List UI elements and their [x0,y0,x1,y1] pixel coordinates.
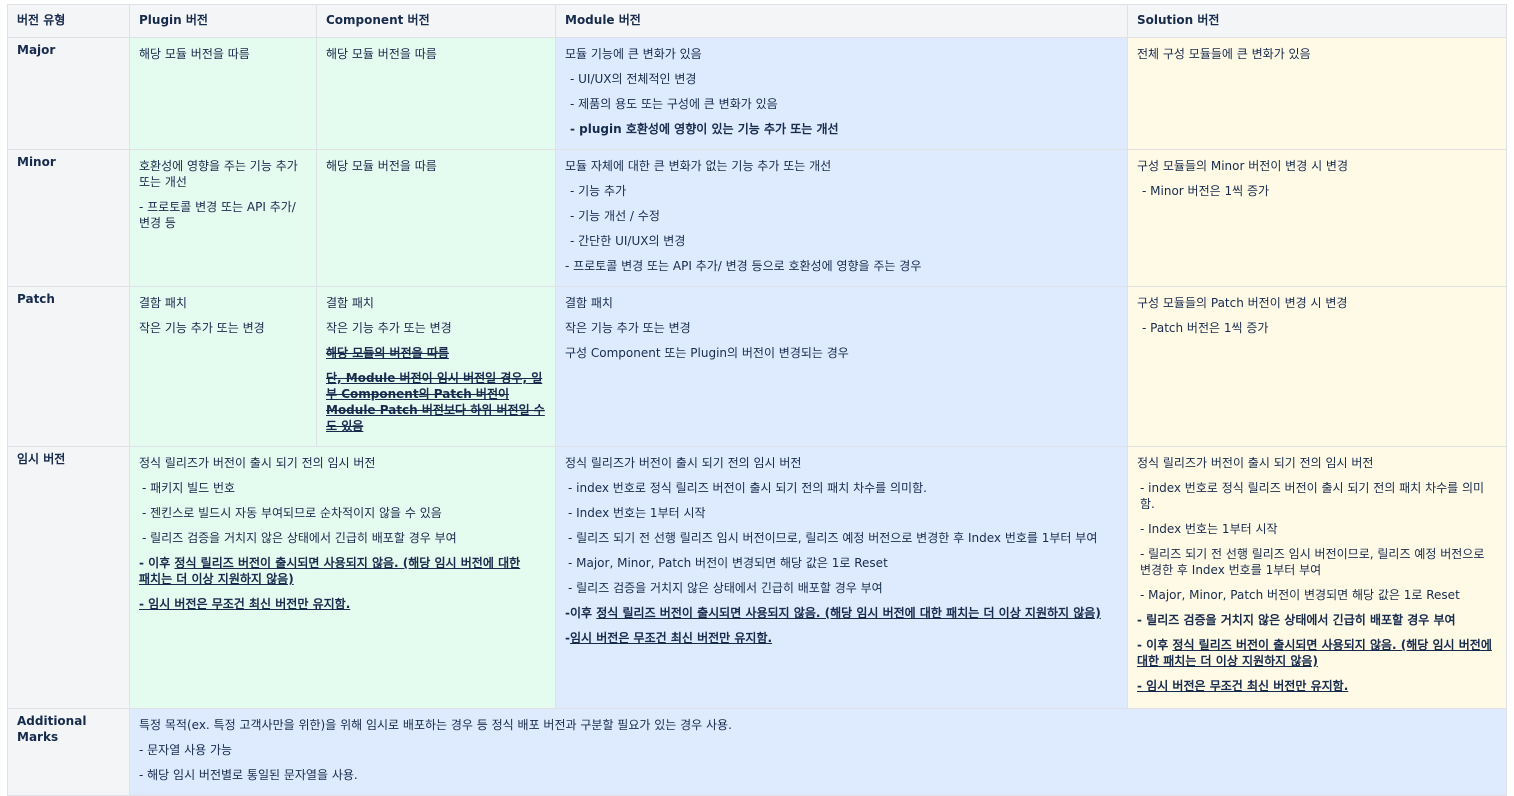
row-label-patch: Patch [7,286,130,447]
cell-text: 구성 Component 또는 Plugin의 버전이 변경되는 경우 [565,346,849,360]
cell-text: 호환성에 영향을 주는 기능 추가 또는 개선 [139,159,298,189]
cell-text: - plugin 호환성에 영향이 있는 기능 추가 또는 개선 [570,122,839,136]
cell-text: - index 번호로 정식 릴리즈 버전이 출시 되기 전의 패치 차수를 의… [1140,481,1485,511]
cell-text: 모듈 자체에 대한 큰 변화가 없는 기능 추가 또는 개선 [565,159,832,173]
cell-minor-module: 모듈 자체에 대한 큰 변화가 없는 기능 추가 또는 개선 - 기능 추가 -… [555,149,1128,287]
cell-text: 모듈 기능에 큰 변화가 있음 [565,47,702,61]
cell-text-emphasis: - 이후 정식 릴리즈 버전이 출시되면 사용되지 않음. (해당 임시 버전에… [1137,637,1497,669]
cell-text: - 패키지 빌드 번호 [142,481,236,495]
header-version-type: 버전 유형 [7,4,130,38]
cell-minor-component: 해당 모듈 버전을 따름 [316,149,556,287]
cell-text: 해당 모듈 버전을 따름 [326,159,437,173]
cell-patch-plugin: 결함 패치 작은 기능 추가 또는 변경 [129,286,317,447]
row-label-additional: Additional Marks [7,708,130,796]
cell-text-last: - 임시 버전은 무조건 최신 버전만 유지함. [1137,679,1349,693]
header-solution: Solution 버전 [1127,4,1507,38]
cell-text-struck: 단, Module 버전이 임시 버전일 경우, 일부 Component의 P… [326,371,545,433]
cell-text: 결함 패치 [565,296,613,310]
cell-text: - 간단한 UI/UX의 변경 [570,234,686,248]
cell-text: - 해당 임시 버전별로 통일된 문자열을 사용. [139,768,358,782]
row-label-temp: 임시 버전 [7,446,130,709]
cell-major-component: 해당 모듈 버전을 따름 [316,37,556,150]
emphasis-prefix: -이후 [565,606,597,620]
cell-minor-plugin: 호환성에 영향을 주는 기능 추가 또는 개선 - 프로토콜 변경 또는 API… [129,149,317,287]
cell-text: - 제품의 용도 또는 구성에 큰 변화가 있음 [570,97,778,111]
version-policy-table: 버전 유형 Plugin 버전 Component 버전 Module 버전 S… [7,4,1507,796]
last-text: 임시 버전은 무조건 최신 버전만 유지함. [569,631,773,645]
cell-text: 작은 기능 추가 또는 변경 [139,321,265,335]
cell-text: - 기능 추가 [570,184,627,198]
cell-patch-solution: 구성 모듈들의 Patch 버전이 변경 시 변경 - Patch 버전은 1씩… [1127,286,1507,447]
emphasis-text: 정식 릴리즈 버전이 출시되면 사용되지 않음. (해당 임시 버전에 대한 패… [139,556,521,586]
cell-text-last: -임시 버전은 무조건 최신 버전만 유지함. [565,630,1118,646]
version-table-container: 버전 유형 Plugin 버전 Component 버전 Module 버전 S… [7,4,1507,796]
row-major: Major 해당 모듈 버전을 따름 해당 모듈 버전을 따름 모듈 기능에 큰… [7,37,1507,150]
cell-text: - Patch 버전은 1씩 증가 [1142,321,1269,335]
header-plugin: Plugin 버전 [129,4,317,38]
cell-text: - index 번호로 정식 릴리즈 버전이 출시 되기 전의 패치 차수를 의… [568,481,927,495]
cell-text: - Minor 버전은 1씩 증가 [1142,184,1270,198]
row-temp: 임시 버전 정식 릴리즈가 버전이 출시 되기 전의 임시 버전 - 패키지 빌… [7,446,1507,709]
emphasis-text: 정식 릴리즈 버전이 출시되면 사용되지 않음. (해당 임시 버전에 대한 패… [596,606,1101,620]
cell-major-module: 모듈 기능에 큰 변화가 있음 - UI/UX의 전체적인 변경 - 제품의 용… [555,37,1128,150]
cell-text: - 프로토콜 변경 또는 API 추가/ 변경 등 [139,200,296,230]
header-row: 버전 유형 Plugin 버전 Component 버전 Module 버전 S… [7,4,1507,38]
cell-text: 결함 패치 [326,296,374,310]
cell-minor-solution: 구성 모듈들의 Minor 버전이 변경 시 변경 - Minor 버전은 1씩… [1127,149,1507,287]
cell-text: - 기능 개선 / 수정 [570,209,660,223]
cell-text: 작은 기능 추가 또는 변경 [565,321,691,335]
cell-text: - 릴리즈 되기 전 선행 릴리즈 임시 버전이므로, 릴리즈 예정 버전으로 … [1140,547,1485,577]
cell-major-plugin: 해당 모듈 버전을 따름 [129,37,317,150]
header-module: Module 버전 [555,4,1128,38]
cell-text: - 문자열 사용 가능 [139,743,233,757]
cell-text: - 릴리즈 검증을 거치지 않은 상태에서 긴급히 배포할 경우 부여 [568,581,883,595]
cell-temp-solution: 정식 릴리즈가 버전이 출시 되기 전의 임시 버전 - index 번호로 정… [1127,446,1507,709]
cell-text: 전체 구성 모듈들에 큰 변화가 있음 [1137,47,1311,61]
row-label-major: Major [7,37,130,150]
cell-major-solution: 전체 구성 모듈들에 큰 변화가 있음 [1127,37,1507,150]
cell-text: - Major, Minor, Patch 버전이 변경되면 해당 값은 1로 … [568,556,888,570]
emphasis-prefix: - 이후 [1137,638,1173,652]
cell-text: 해당 모듈 버전을 따름 [139,47,250,61]
row-label-minor: Minor [7,149,130,287]
cell-text: 결함 패치 [139,296,187,310]
cell-temp-module: 정식 릴리즈가 버전이 출시 되기 전의 임시 버전 - index 번호로 정… [555,446,1128,709]
cell-text: 정식 릴리즈가 버전이 출시 되기 전의 임시 버전 [1137,456,1374,470]
cell-additional: 특정 목적(ex. 특정 고객사만을 위한)을 위해 임시로 배포하는 경우 등… [129,708,1507,796]
header-component: Component 버전 [316,4,556,38]
cell-text-last: - 임시 버전은 무조건 최신 버전만 유지함. [139,597,351,611]
cell-text-bold: - 릴리즈 검증을 거치지 않은 상태에서 긴급히 배포할 경우 부여 [1137,613,1456,627]
cell-text: 정식 릴리즈가 버전이 출시 되기 전의 임시 버전 [139,456,376,470]
cell-text: - 프로토콜 변경 또는 API 추가/ 변경 등으로 호환성에 영향을 주는 … [565,259,922,273]
cell-patch-component: 결함 패치 작은 기능 추가 또는 변경 해당 모듈의 버전을 따름 단, Mo… [316,286,556,447]
cell-text: - Index 번호는 1부터 시작 [1140,522,1278,536]
cell-text: - Index 번호는 1부터 시작 [568,506,706,520]
emphasis-prefix: - 이후 [139,556,175,570]
cell-text-emphasis: - 이후 정식 릴리즈 버전이 출시되면 사용되지 않음. (해당 임시 버전에… [139,555,534,587]
emphasis-text: 정식 릴리즈 버전이 출시되면 사용되지 않음. (해당 임시 버전에 대한 패… [1137,638,1492,668]
cell-patch-module: 결함 패치 작은 기능 추가 또는 변경 구성 Component 또는 Plu… [555,286,1128,447]
cell-text: 구성 모듈들의 Minor 버전이 변경 시 변경 [1137,159,1349,173]
cell-text: - 릴리즈 검증을 거치지 않은 상태에서 긴급히 배포할 경우 부여 [142,531,457,545]
cell-text-emphasis: -이후 정식 릴리즈 버전이 출시되면 사용되지 않음. (해당 임시 버전에 … [565,605,1118,621]
cell-text: - 릴리즈 되기 전 선행 릴리즈 임시 버전이므로, 릴리즈 예정 버전으로 … [568,531,1098,545]
cell-text: 작은 기능 추가 또는 변경 [326,321,452,335]
cell-temp-plugin-component: 정식 릴리즈가 버전이 출시 되기 전의 임시 버전 - 패키지 빌드 번호 -… [129,446,556,709]
cell-text: 특정 목적(ex. 특정 고객사만을 위한)을 위해 임시로 배포하는 경우 등… [139,718,732,732]
cell-text: - Major, Minor, Patch 버전이 변경되면 해당 값은 1로 … [1140,588,1460,602]
cell-text: 구성 모듈들의 Patch 버전이 변경 시 변경 [1137,296,1348,310]
row-additional: Additional Marks 특정 목적(ex. 특정 고객사만을 위한)을… [7,708,1507,796]
cell-text: 해당 모듈 버전을 따름 [326,47,437,61]
cell-text: - 젠킨스로 빌드시 자동 부여되므로 순차적이지 않을 수 있음 [142,506,442,520]
row-minor: Minor 호환성에 영향을 주는 기능 추가 또는 개선 - 프로토콜 변경 … [7,149,1507,287]
cell-text: - UI/UX의 전체적인 변경 [570,72,697,86]
cell-text: 정식 릴리즈가 버전이 출시 되기 전의 임시 버전 [565,456,802,470]
row-patch: Patch 결함 패치 작은 기능 추가 또는 변경 결함 패치 작은 기능 추… [7,286,1507,447]
cell-text-struck: 해당 모듈의 버전을 따름 [326,346,449,360]
